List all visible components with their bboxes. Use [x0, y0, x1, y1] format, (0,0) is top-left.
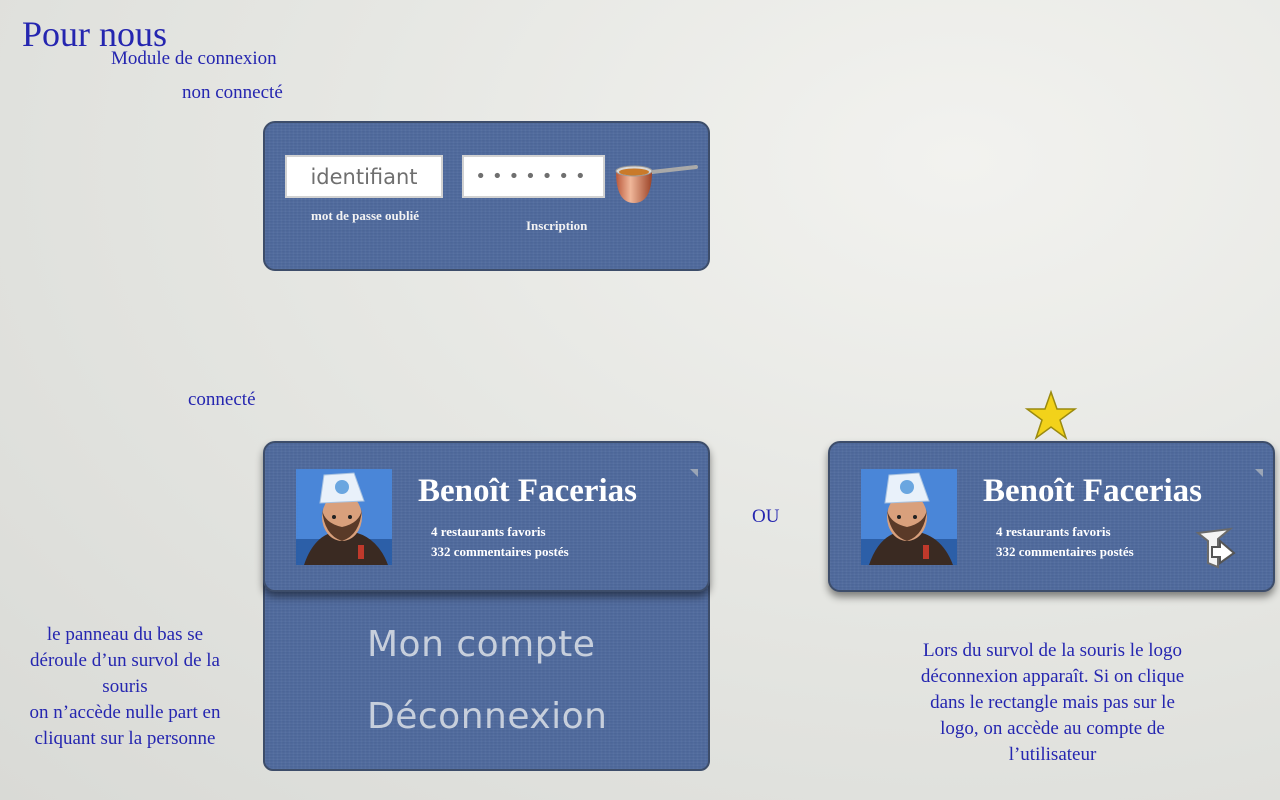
username-field[interactable]: identifiant	[285, 155, 443, 198]
favorites-count: 4 restaurants favoris	[996, 524, 1111, 539]
user-card-hover[interactable]: Benoît Facerias 4 restaurants favoris 33…	[828, 441, 1275, 592]
avatar	[296, 469, 392, 565]
left-annotation-line: le panneau du bas se	[46, 624, 204, 645]
left-annotation: le panneau du bas se déroule d’un survol…	[5, 622, 245, 752]
card-corner-mark	[690, 469, 698, 477]
account-dropdown: Mon compte Déconnexion	[263, 580, 710, 771]
user-card[interactable]: Benoît Facerias 4 restaurants favoris 33…	[263, 441, 710, 592]
card-corner-mark	[1255, 469, 1263, 477]
signup-link[interactable]: Inscription	[526, 218, 587, 234]
login-panel: identifiant ••••••• mot de passe oublié …	[263, 121, 710, 271]
right-annotation-line: dans le rectangle mais pas sur le	[930, 692, 1175, 713]
username-placeholder: identifiant	[310, 164, 418, 189]
menu-item-my-account[interactable]: Mon compte	[367, 624, 595, 665]
right-annotation-line: logo, on accède au compte de	[940, 718, 1165, 739]
menu-item-logout[interactable]: Déconnexion	[367, 696, 607, 737]
left-annotation-line: cliquant sur la personne	[34, 728, 216, 749]
star-icon	[1024, 389, 1078, 445]
user-name: Benoît Facerias	[983, 473, 1203, 509]
right-annotation-line: déconnexion apparaît. Si on clique	[920, 666, 1185, 687]
user-name: Benoît Facerias	[418, 473, 638, 509]
comments-count: 332 commentaires postés	[996, 544, 1134, 559]
left-annotation-line: déroule d’un survol de la	[30, 650, 220, 671]
right-annotation: Lors du survol de la souris le logo déco…	[880, 638, 1225, 768]
right-annotation-line: l’utilisateur	[1008, 744, 1097, 765]
or-separator: OU	[752, 506, 780, 527]
avatar	[861, 469, 957, 565]
password-field[interactable]: •••••••	[462, 155, 605, 198]
favorites-count: 4 restaurants favoris	[431, 524, 546, 539]
right-annotation-line: Lors du survol de la souris le logo	[922, 640, 1183, 661]
comments-count: 332 commentaires postés	[431, 544, 569, 559]
logout-icon[interactable]	[1190, 523, 1240, 578]
left-annotation-line: on n’accède nulle part en	[29, 702, 221, 723]
left-annotation-line: souris	[102, 676, 148, 697]
password-mask: •••••••	[475, 166, 592, 187]
forgot-password-link[interactable]: mot de passe oublié	[311, 208, 419, 224]
state-label-connected: connecté	[188, 389, 256, 410]
saucepan-icon[interactable]	[612, 159, 702, 214]
state-label-not-connected: non connecté	[182, 82, 283, 103]
module-subtitle: Module de connexion	[111, 48, 277, 69]
